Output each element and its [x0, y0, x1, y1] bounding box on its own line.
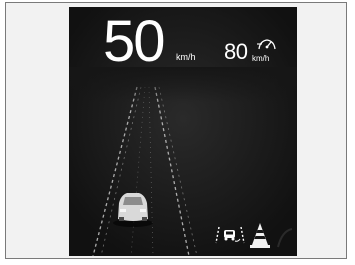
set-speed-unit: km/h	[252, 54, 270, 63]
cruise-control-icon	[257, 39, 276, 50]
instrument-display: 50 km/h 80 km/h	[69, 7, 297, 256]
lane-keeping-assist-icon	[215, 226, 245, 244]
set-speed: 80	[224, 39, 248, 64]
current-speed: 50	[103, 9, 165, 74]
current-speed-unit: km/h	[176, 52, 196, 62]
figure-frame: 50 km/h 80 km/h	[5, 2, 347, 259]
road-departure-icon	[277, 228, 293, 248]
traffic-cone-icon	[250, 223, 270, 248]
